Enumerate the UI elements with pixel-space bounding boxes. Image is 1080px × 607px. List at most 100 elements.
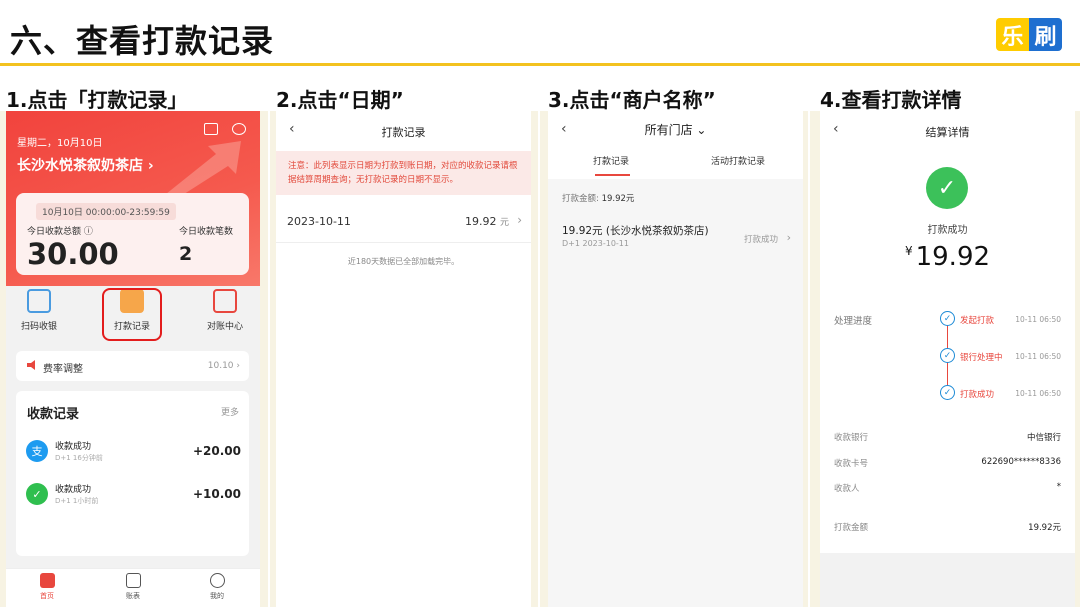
field-label: 收款银行 — [834, 433, 869, 443]
tab-reports[interactable]: 账表 — [108, 573, 158, 601]
phone-payout-list: ‹ 所有门店 ⌄ 打款记录 活动打款记录 打款金额: 19.92元 19.92元… — [548, 111, 803, 607]
records-card: 收款记录 更多 支 收款成功 D+1 16分钟前 +20.00 ✓ 收款成功 D… — [16, 391, 249, 556]
fee-label: 费率调整 — [43, 364, 83, 375]
payout-item[interactable]: 19.92元 (长沙水悦茶叙奶茶店) D+1 2023-10-11 打款成功 › — [562, 223, 792, 263]
phone-payout-records: ‹ 打款记录 注意：此列表显示日期为打款到账日期，对应的收款记录请根据结算周期查… — [276, 111, 531, 607]
progress-label: 处理进度 — [834, 316, 873, 327]
notice-banner: 注意：此列表显示日期为打款到账日期，对应的收款记录请根据结算周期查询；无打款记录… — [276, 151, 531, 195]
logo-part-1: 乐 — [996, 18, 1029, 51]
tabs: 打款记录 活动打款记录 — [548, 145, 803, 177]
chevron-right-icon: › — [517, 213, 522, 227]
sum-line: 打款金额: 19.92元 — [562, 192, 634, 204]
timeline-step-label: 银行处理中 — [960, 353, 1003, 363]
count-value: 2 — [179, 243, 193, 265]
phone-home-screen: 星期二，10月10日 长沙水悦茶叙奶茶店 › 10月10日 00:00:00-2… — [6, 111, 260, 607]
tab-me[interactable]: 我的 — [192, 573, 242, 601]
reconcile-label: 对账中心 — [206, 322, 243, 332]
amount-value: 19.92 — [915, 242, 991, 272]
record-amount: +10.00 — [192, 487, 241, 501]
record-title: 收款成功 — [55, 442, 92, 452]
currency-symbol: ¥ — [904, 244, 913, 259]
brand-logo: 乐 刷 — [996, 18, 1062, 51]
payout-amount: 19.92 — [464, 215, 497, 228]
speaker-icon — [27, 360, 35, 370]
shop-selector[interactable]: 长沙水悦茶叙奶茶店 › — [17, 155, 154, 175]
headset-icon[interactable] — [232, 123, 246, 135]
current-date: 星期二，10月10日 — [17, 138, 103, 149]
slide: 六、查看打款记录 乐 刷 1.点击「打款记录」 2.点击“日期” 3.点击“商户… — [0, 0, 1080, 607]
logo-part-2: 刷 — [1029, 18, 1062, 51]
tab-activity-payouts[interactable]: 活动打款记录 — [711, 154, 765, 167]
field-value: 622690******8336 — [981, 457, 1061, 467]
sum-value: 19.92元 — [601, 194, 635, 204]
field-value: * — [1056, 482, 1061, 492]
chevron-right-icon: › — [786, 231, 791, 244]
nav-bar: ‹ 结算详情 — [820, 111, 1075, 149]
success-check-icon: ✓ — [926, 167, 968, 209]
summary-card: 10月10日 00:00:00-23:59:59 今日收款总额 ⓘ 今日收款笔数… — [16, 193, 249, 275]
field-label: 收款人 — [834, 484, 860, 494]
store-selector[interactable]: 所有门店 ⌄ — [548, 121, 803, 138]
payout-date-row[interactable]: 2023-10-11 19.92 元 › — [276, 205, 531, 243]
records-title: 收款记录 — [27, 407, 80, 422]
item-sub: D+1 2023-10-11 — [562, 239, 629, 248]
total-value: 30.00 — [27, 237, 119, 271]
tab-me-label: 我的 — [210, 592, 224, 600]
record-item[interactable]: 支 收款成功 D+1 16分钟前 +20.00 — [26, 436, 241, 468]
count-label: 今日收款笔数 — [179, 227, 234, 237]
timeline-check-icon: ✓ — [940, 348, 955, 363]
nav-bar: ‹ 打款记录 — [276, 111, 531, 149]
tab-home-label: 首页 — [40, 592, 54, 600]
highlight-box — [102, 288, 162, 341]
message-icon[interactable] — [204, 123, 218, 135]
decor-arrow-graphic — [166, 141, 241, 196]
timeline-step-time: 10-11 06:50 — [1015, 389, 1061, 398]
alipay-icon: 支 — [26, 440, 48, 462]
total-label: 今日收款总额 ⓘ — [27, 227, 93, 237]
amount-display: ¥19.92 — [820, 242, 1075, 272]
phone-settlement-detail: ‹ 结算详情 ✓ 打款成功 ¥19.92 处理进度 ✓ 发起打款 10-11 0… — [820, 111, 1075, 607]
item-amount-shop: 19.92元 (长沙水悦茶叙奶茶店) — [562, 225, 709, 237]
timeline-step-label: 打款成功 — [960, 390, 995, 400]
ledger-icon — [213, 289, 237, 313]
timeline-check-icon: ✓ — [940, 385, 955, 400]
payout-unit: 元 — [499, 218, 509, 228]
record-amount: +20.00 — [192, 444, 241, 458]
active-tab-underline — [595, 174, 630, 176]
scan-icon — [27, 289, 51, 313]
record-sub: D+1 16分钟前 — [55, 454, 103, 462]
smile-icon — [209, 573, 225, 588]
nav-bar: ‹ 所有门店 ⌄ — [548, 111, 803, 149]
step-1-title: 1.点击「打款记录」 — [6, 88, 188, 112]
page-title: 打款记录 — [381, 126, 426, 139]
step-4-title: 4.查看打款详情 — [820, 88, 962, 112]
timeline-step-time: 10-11 06:50 — [1015, 352, 1061, 361]
fee-adjust-row[interactable]: 费率调整 10.10 › — [16, 351, 249, 381]
tab-home[interactable]: 首页 — [22, 573, 72, 601]
fee-value: 10.10 › — [207, 361, 240, 371]
sum-label: 打款金额: — [562, 194, 599, 204]
scan-pay-tool[interactable]: 扫码收银 — [7, 289, 71, 332]
step-2-title: 2.点击“日期” — [276, 88, 404, 112]
title-divider — [0, 63, 1080, 66]
status-text: 打款成功 — [927, 225, 968, 236]
reconcile-tool[interactable]: 对账中心 — [193, 289, 257, 332]
field-label: 打款金额 — [834, 523, 869, 533]
page-title: 结算详情 — [925, 126, 970, 139]
list-footer: 近180天数据已全部加载完毕。 — [347, 257, 460, 266]
field-value: 19.92元 — [1028, 523, 1061, 533]
payout-date: 2023-10-11 — [287, 215, 351, 228]
tab-payout-records[interactable]: 打款记录 — [593, 154, 629, 167]
list-body: 打款金额: 19.92元 19.92元 (长沙水悦茶叙奶茶店) D+1 2023… — [548, 179, 803, 607]
records-more-link[interactable]: 更多 — [221, 405, 239, 418]
field-label: 收款卡号 — [834, 459, 869, 469]
bottom-tab-bar: 首页 账表 我的 — [6, 568, 260, 607]
wechat-icon: ✓ — [26, 483, 48, 505]
item-status: 打款成功 — [743, 235, 778, 245]
timeline-step-time: 10-11 06:50 — [1015, 315, 1061, 324]
timeline-step-label: 发起打款 — [960, 316, 995, 326]
record-title: 收款成功 — [55, 485, 92, 495]
record-item[interactable]: ✓ 收款成功 D+1 1小时前 +10.00 — [26, 479, 241, 511]
step-3-title: 3.点击“商户名称” — [548, 88, 716, 112]
timeline-check-icon: ✓ — [940, 311, 955, 326]
